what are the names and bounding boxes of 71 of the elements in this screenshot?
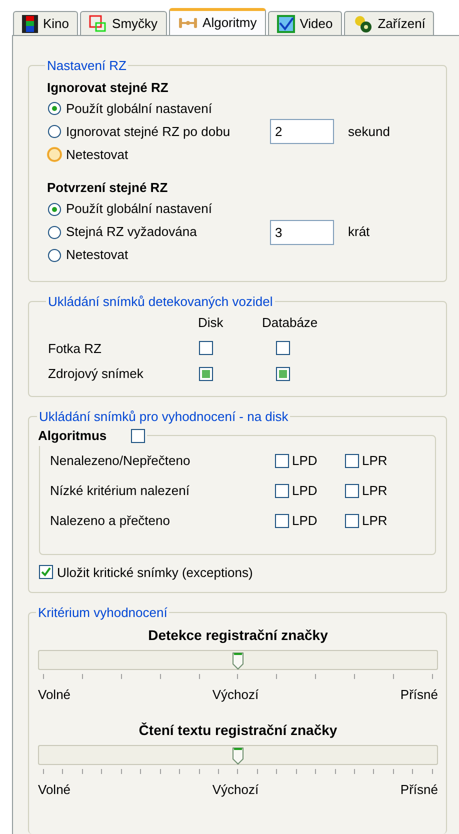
radio-button[interactable] xyxy=(48,148,61,161)
section-heading: Ignorovat stejné RZ xyxy=(47,78,170,97)
scale-label: Výchozí xyxy=(212,686,259,704)
checkbox[interactable] xyxy=(276,366,290,381)
group-title: Kritérium vyhodnocení xyxy=(37,604,168,622)
checkbox-option[interactable]: LPR xyxy=(345,480,415,500)
slider-track[interactable] xyxy=(38,745,438,765)
scale-label: Přísné xyxy=(400,781,438,799)
checkbox[interactable] xyxy=(276,341,290,356)
checkbox[interactable] xyxy=(130,428,145,443)
film-strip-icon xyxy=(22,14,38,32)
group-title: Ukládání snímků pro vyhodnocení - na disk xyxy=(38,408,290,426)
input-field[interactable]: 2 xyxy=(270,119,334,144)
unit-label: sekund xyxy=(348,122,390,141)
input-field[interactable]: 3 xyxy=(270,220,334,244)
checkbox-option[interactable]: LPD xyxy=(275,510,345,530)
slider-title: Detekce registrační značky xyxy=(147,626,329,645)
radio-button[interactable] xyxy=(48,248,61,262)
scale-label: Volné xyxy=(38,781,71,799)
checkbox[interactable] xyxy=(275,484,289,498)
radio-button[interactable] xyxy=(48,226,61,238)
row-label: Zdrojový snímek xyxy=(48,365,144,383)
dumbbell-icon xyxy=(178,17,198,29)
radio-option[interactable]: Stejná RZ vyžadována xyxy=(47,222,270,242)
gears-icon xyxy=(352,14,373,32)
unit-label: krát xyxy=(348,223,370,242)
scale-label: Přísné xyxy=(400,686,438,704)
checkbox-option[interactable]: LPR xyxy=(345,450,415,470)
radio-option[interactable]: Ignorovat stejné RZ po dobu xyxy=(47,122,270,142)
row-label: Nenalezeno/Nepřečteno xyxy=(50,452,192,470)
row-label: Nalezeno a přečteno xyxy=(50,512,171,530)
slider-thumb[interactable] xyxy=(232,652,244,670)
row-label: Nízké kritérium nalezení xyxy=(50,482,190,500)
checkbox-option[interactable]: LPD xyxy=(275,450,345,470)
radio-button[interactable] xyxy=(48,102,61,115)
checkbox[interactable] xyxy=(345,454,359,468)
slider-track[interactable] xyxy=(38,650,438,670)
tab[interactable]: Zařízení xyxy=(344,11,434,35)
checkbox[interactable] xyxy=(39,565,53,580)
checkmark-icon xyxy=(276,14,295,32)
tab[interactable]: Algoritmy xyxy=(168,8,266,35)
tab[interactable]: Kino xyxy=(13,11,78,35)
checkbox[interactable] xyxy=(199,366,213,381)
group-title: Nastavení RZ xyxy=(46,57,128,75)
group-title: Algoritmus xyxy=(38,427,107,445)
radio-button[interactable] xyxy=(48,125,61,138)
tab[interactable]: Smyčky xyxy=(80,11,167,35)
column-header: Disk xyxy=(198,314,224,332)
radio-option[interactable]: Netestovat xyxy=(47,245,270,265)
checkbox[interactable] xyxy=(345,484,359,498)
radio-button[interactable] xyxy=(48,202,61,216)
radio-option[interactable]: Použít globální nastavení xyxy=(47,98,270,118)
tab[interactable]: Video xyxy=(268,11,342,35)
checkbox[interactable] xyxy=(345,514,359,528)
section-heading: Potvrzení stejné RZ xyxy=(47,179,169,197)
checkbox-option[interactable]: LPR xyxy=(345,510,415,530)
group-title: Ukládání snímků detekovaných vozidel xyxy=(47,292,274,311)
column-header: Databáze xyxy=(262,314,319,332)
radio-option[interactable]: Použít globální nastavení xyxy=(47,199,270,219)
checkbox[interactable] xyxy=(199,341,213,356)
checkbox[interactable] xyxy=(275,514,289,528)
scale-label: Výchozí xyxy=(212,781,259,799)
radio-option[interactable]: Netestovat xyxy=(47,144,270,164)
checkbox-option[interactable]: Uložit kritické snímky (exceptions) xyxy=(39,562,436,582)
checkbox-option[interactable]: LPD xyxy=(275,480,345,500)
checkbox[interactable] xyxy=(275,454,289,468)
scale-label: Volné xyxy=(38,686,71,704)
squares-icon xyxy=(89,14,108,32)
row-label: Fotka RZ xyxy=(48,340,102,358)
slider-thumb[interactable] xyxy=(232,747,244,765)
slider-title: Čtení textu registrační značky xyxy=(138,721,338,740)
